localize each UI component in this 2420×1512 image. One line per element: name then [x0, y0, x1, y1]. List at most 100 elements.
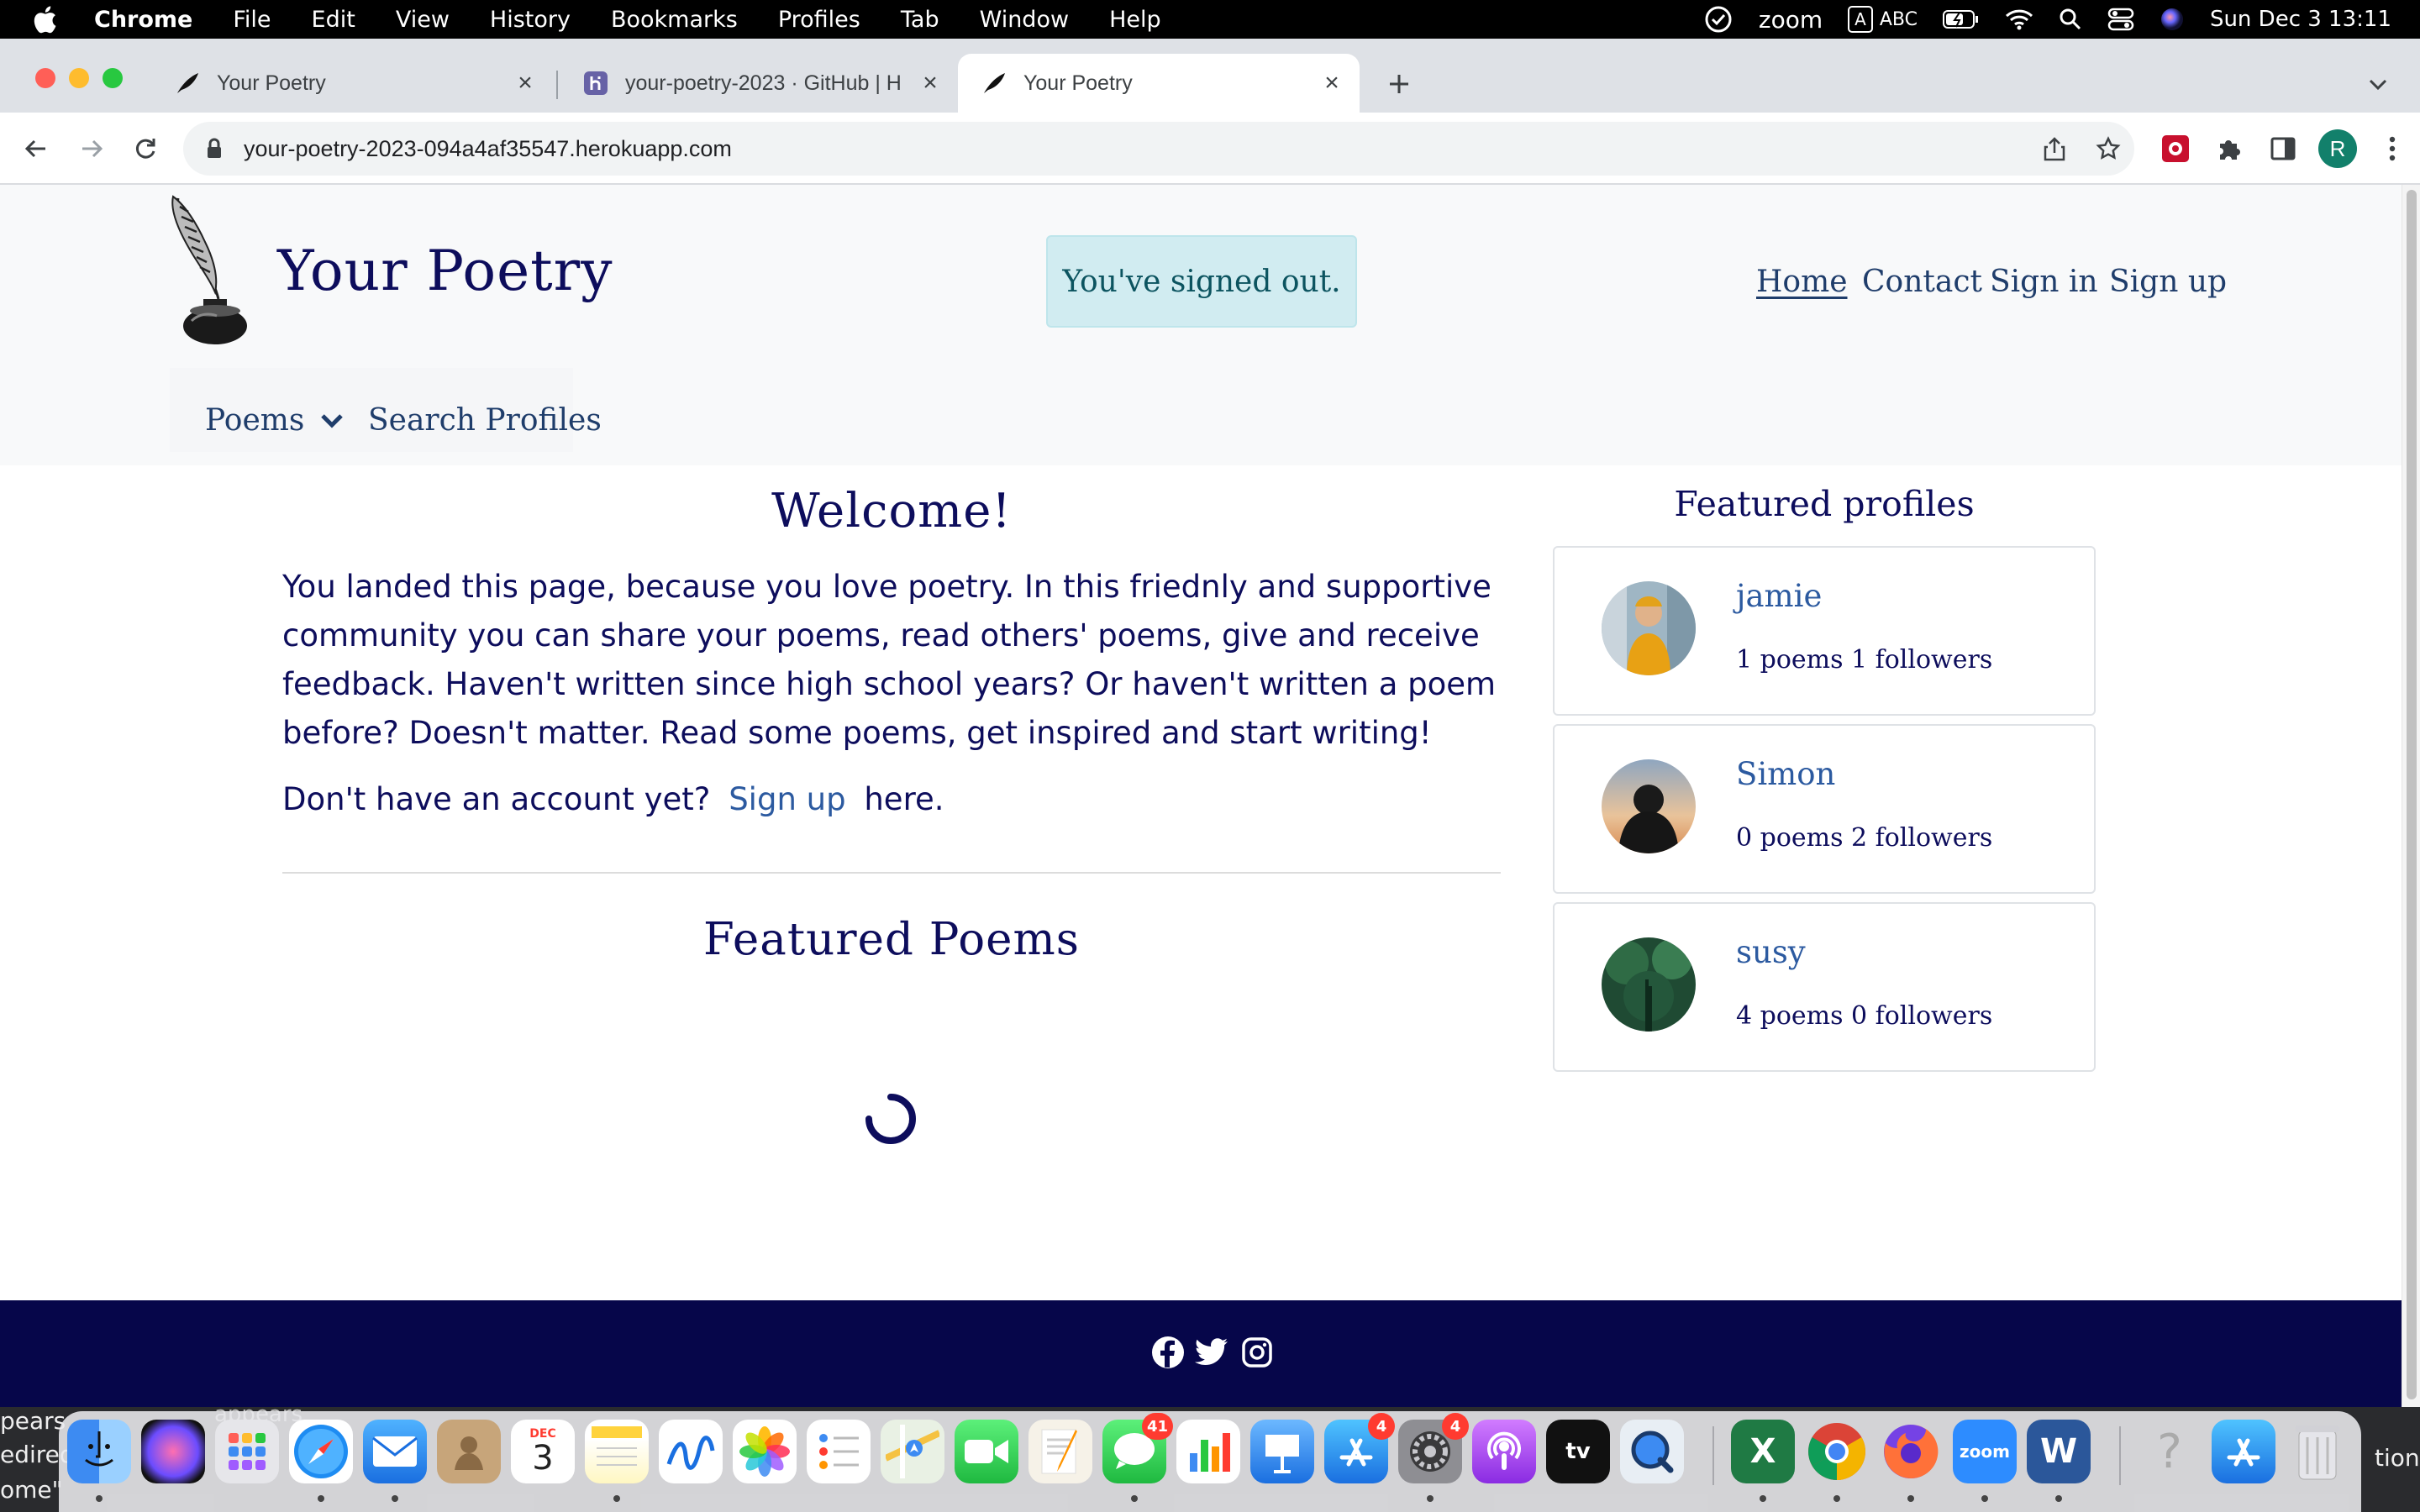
extension-red-icon[interactable] — [2156, 129, 2195, 168]
site-brand-title[interactable]: Your Poetry — [277, 239, 613, 303]
excel-icon[interactable]: X — [1731, 1420, 1795, 1483]
chrome-icon[interactable] — [1805, 1420, 1869, 1483]
profile-card[interactable]: susy 4 poems 0 followers — [1553, 902, 2096, 1072]
share-icon[interactable] — [2035, 129, 2074, 168]
poems-dropdown-label: Poems — [205, 403, 305, 438]
mail-icon[interactable] — [363, 1420, 427, 1483]
signup-prompt-suffix: here. — [864, 781, 944, 817]
menu-chrome[interactable]: Chrome — [94, 7, 192, 33]
side-panel-icon[interactable] — [2264, 129, 2302, 168]
pages-icon[interactable] — [1028, 1420, 1092, 1483]
word-icon[interactable]: W — [2027, 1420, 2091, 1483]
nav-home-link[interactable]: Home — [1756, 265, 1848, 299]
page-scrollbar[interactable] — [2402, 185, 2420, 1407]
siri-app-icon[interactable] — [141, 1420, 205, 1483]
apple-tv-icon[interactable]: tv — [1546, 1420, 1610, 1483]
signup-inline-link[interactable]: Sign up — [729, 781, 845, 817]
search-profiles-link[interactable]: Search Profiles — [368, 403, 602, 438]
extensions-puzzle-icon[interactable] — [2210, 129, 2249, 168]
profile-card[interactable]: jamie 1 poems 1 followers — [1553, 546, 2096, 716]
safari-icon[interactable] — [289, 1420, 353, 1483]
app-store-icon[interactable]: 4 — [1324, 1413, 1395, 1483]
menu-history[interactable]: History — [490, 7, 571, 33]
back-arrow-icon[interactable] — [17, 129, 55, 168]
wifi-icon[interactable] — [2005, 8, 2033, 30]
close-tab-icon[interactable]: × — [918, 69, 943, 97]
siri-icon[interactable] — [2160, 7, 2185, 32]
battery-icon[interactable] — [1942, 9, 1980, 29]
zoom-menu-label[interactable]: zoom — [1759, 6, 1823, 34]
avatar[interactable] — [1602, 759, 1696, 853]
freeform-icon[interactable] — [659, 1420, 723, 1483]
kebab-menu-icon[interactable] — [2373, 129, 2412, 168]
reminders-icon[interactable] — [807, 1420, 871, 1483]
new-tab-plus-icon[interactable] — [1382, 67, 1416, 101]
lock-icon[interactable] — [202, 136, 227, 161]
tab-your-poetry-1[interactable]: Your Poetry × — [151, 54, 553, 113]
tab-search-chevron-icon[interactable] — [2361, 67, 2395, 101]
reload-icon[interactable] — [126, 129, 165, 168]
contacts-icon[interactable] — [437, 1420, 501, 1483]
grammar-check-icon[interactable] — [1703, 4, 1733, 34]
quicktime-icon[interactable] — [1620, 1420, 1684, 1483]
url-text[interactable]: your-poetry-2023-094a4af35547.herokuapp.… — [244, 136, 732, 162]
calendar-icon[interactable]: DEC 3 — [511, 1420, 575, 1483]
firefox-icon[interactable] — [1879, 1420, 1943, 1483]
facetime-icon[interactable] — [955, 1420, 1018, 1483]
profile-name[interactable]: susy — [1736, 934, 1806, 970]
address-bar[interactable]: your-poetry-2023-094a4af35547.herokuapp.… — [183, 122, 2134, 176]
profile-name[interactable]: Simon — [1736, 756, 1835, 792]
keynote-icon[interactable] — [1250, 1420, 1314, 1483]
spotlight-search-icon[interactable] — [2059, 8, 2082, 31]
quill-inkwell-logo-icon[interactable] — [166, 193, 254, 344]
scrollbar-thumb[interactable] — [2407, 190, 2417, 1399]
trash-icon[interactable] — [2286, 1420, 2349, 1483]
maps-icon[interactable] — [881, 1420, 944, 1483]
messages-icon[interactable]: 41 — [1102, 1413, 1173, 1483]
menu-view[interactable]: View — [396, 7, 450, 33]
help-question-icon[interactable]: ? — [2138, 1420, 2202, 1483]
launchpad-icon[interactable] — [215, 1420, 279, 1483]
menu-file[interactable]: File — [233, 7, 271, 33]
nav-sign-in-link[interactable]: Sign in — [1990, 265, 2098, 299]
nav-sign-up-link[interactable]: Sign up — [2109, 265, 2227, 299]
profile-avatar[interactable]: R — [2318, 129, 2357, 168]
close-tab-icon[interactable]: × — [1319, 69, 1344, 97]
menu-help[interactable]: Help — [1109, 7, 1161, 33]
applications-folder-icon[interactable] — [2212, 1420, 2275, 1483]
profile-name[interactable]: jamie — [1736, 578, 1822, 614]
twitter-icon[interactable] — [1193, 1334, 1230, 1371]
settings-badge: 4 — [1442, 1413, 1469, 1440]
input-source[interactable]: A ABC — [1848, 6, 1918, 33]
poems-dropdown[interactable]: Poems — [205, 403, 345, 438]
minimize-window-button[interactable] — [69, 68, 89, 88]
close-window-button[interactable] — [35, 68, 55, 88]
finder-icon[interactable] — [67, 1420, 131, 1483]
tab-github[interactable]: your-poetry-2023 · GitHub | H × — [560, 54, 958, 113]
zoom-window-button[interactable] — [103, 68, 123, 88]
profile-card[interactable]: Simon 0 poems 2 followers — [1553, 724, 2096, 894]
menu-tab[interactable]: Tab — [901, 7, 939, 33]
zoom-app-icon[interactable]: zoom — [1953, 1420, 2017, 1483]
avatar[interactable] — [1602, 937, 1696, 1032]
avatar[interactable] — [1602, 581, 1696, 675]
apple-icon[interactable] — [29, 3, 60, 35]
menu-clock[interactable]: Sun Dec 3 13:11 — [2210, 7, 2391, 32]
tab-your-poetry-active[interactable]: Your Poetry × — [958, 54, 1360, 113]
control-center-icon[interactable] — [2107, 7, 2134, 32]
menu-profiles[interactable]: Profiles — [778, 7, 860, 33]
facebook-icon[interactable] — [1150, 1334, 1186, 1371]
forward-arrow-icon[interactable] — [72, 129, 111, 168]
menu-bookmarks[interactable]: Bookmarks — [611, 7, 738, 33]
system-settings-icon[interactable]: 4 — [1398, 1413, 1469, 1483]
notes-icon[interactable] — [585, 1420, 649, 1483]
photos-icon[interactable] — [733, 1420, 797, 1483]
numbers-icon[interactable] — [1176, 1420, 1240, 1483]
menu-window[interactable]: Window — [980, 7, 1069, 33]
menu-edit[interactable]: Edit — [312, 7, 355, 33]
close-tab-icon[interactable]: × — [513, 69, 538, 97]
bookmark-star-icon[interactable] — [2089, 129, 2128, 168]
nav-contact-link[interactable]: Contact — [1862, 265, 1982, 299]
podcasts-icon[interactable] — [1472, 1420, 1536, 1483]
instagram-icon[interactable] — [1239, 1334, 1276, 1371]
